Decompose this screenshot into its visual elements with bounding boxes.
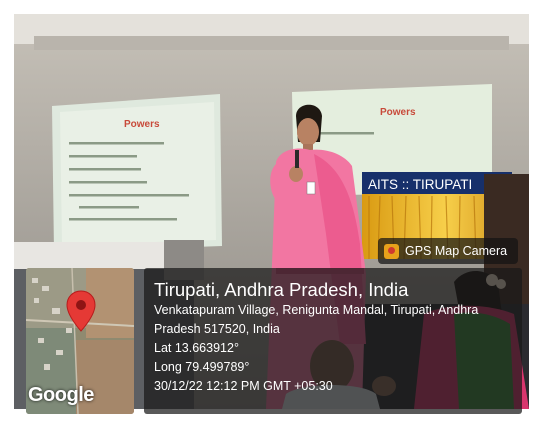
gps-map-camera-chip: GPS Map Camera	[378, 238, 518, 264]
left-slide-title: Powers	[124, 119, 160, 130]
location-info-panel: Tirupati, Andhra Pradesh, India Venkatap…	[144, 268, 522, 414]
right-slide-title: Powers	[380, 107, 416, 118]
left-slide: Powers	[52, 94, 222, 252]
gps-map-camera-logo-icon	[384, 243, 399, 259]
gps-map-camera-label: GPS Map Camera	[405, 244, 508, 258]
longitude: Long 79.499789°	[154, 360, 250, 374]
photo-frame: Powers Powers AITS:: TIRUPATI GPS Map C…	[0, 0, 543, 423]
datetime: 30/12/22 12:12 PM GMT +05:30	[154, 379, 333, 393]
google-watermark: Google	[28, 384, 94, 406]
address-line-1: Venkatapuram Village, Renigunta Mandal, …	[154, 303, 479, 317]
location-city: Tirupati, Andhra Pradesh, India	[154, 279, 409, 300]
latitude: Lat 13.663912°	[154, 341, 239, 355]
map-pin-icon	[66, 290, 96, 332]
map-thumbnail: Google	[26, 268, 134, 414]
banner-text: AITS :: TIRUPATI	[368, 177, 472, 192]
address-line-2: Pradesh 517520, India	[154, 322, 280, 336]
geotag-overlay: Google Tirupati, Andhra Pradesh, India V…	[26, 268, 522, 414]
